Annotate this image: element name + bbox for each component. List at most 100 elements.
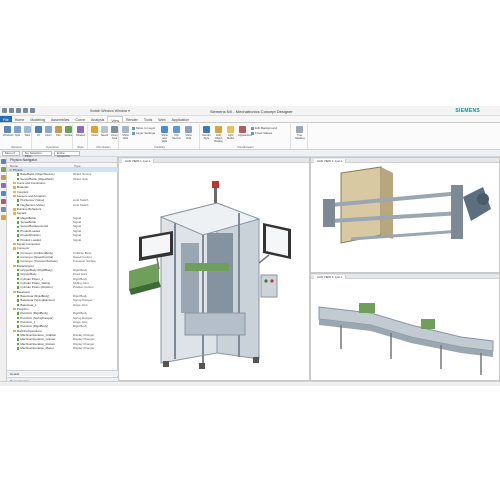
drive-unit bbox=[421, 319, 435, 329]
background-icon bbox=[251, 126, 254, 130]
show-hide-icon bbox=[122, 126, 129, 133]
save-icon[interactable] bbox=[2, 108, 7, 113]
clip-section-button[interactable]: Clip Section bbox=[172, 126, 181, 140]
tab-view[interactable]: View bbox=[107, 116, 124, 123]
physics-navigator: Physics Navigator Name Type Physics BaseB… bbox=[7, 157, 118, 386]
cube-icon bbox=[77, 126, 84, 133]
gripper-model bbox=[323, 166, 491, 244]
physics-navigator-icon[interactable] bbox=[1, 183, 6, 188]
edit-object-display-button[interactable]: Edit Object Display bbox=[214, 126, 223, 143]
navigator-tree: Physics BaseBottle (ObjectSource) Object S… bbox=[7, 168, 118, 368]
servo-motor bbox=[463, 187, 491, 221]
viewport-tab[interactable]: 3-D0 VIEW 2, Lyst 1 bbox=[314, 158, 347, 163]
ribbon-group-style: Shaded Style bbox=[74, 124, 88, 149]
tab-curve[interactable]: Curve bbox=[72, 116, 88, 122]
navigator-row[interactable]: MachineOperation_Placer Display Changer bbox=[7, 346, 118, 350]
beacon-pole bbox=[214, 187, 217, 203]
move-to-layer-item[interactable]: Move to Layer bbox=[132, 126, 155, 130]
machine-foot bbox=[253, 357, 259, 363]
light-studio-button[interactable]: Light Studio bbox=[226, 126, 235, 140]
machine-foot bbox=[163, 361, 169, 367]
part-navigator-icon[interactable] bbox=[1, 175, 6, 180]
tab-analysis[interactable]: Analysis bbox=[88, 116, 107, 122]
sequence-editor-icon[interactable] bbox=[1, 191, 6, 196]
scope-dropdown[interactable]: Entire Assembly bbox=[54, 151, 80, 158]
folder-icon bbox=[13, 308, 16, 311]
fixed-values-item[interactable]: Fixed Values bbox=[251, 131, 272, 135]
main-viewport[interactable]: 3-D0 VIEW 1, Lyst 1 bbox=[118, 157, 310, 381]
tab-render[interactable]: Render bbox=[123, 116, 141, 122]
title-bar: Switch Window Window ▾ Siemens NX - Mech… bbox=[0, 106, 500, 116]
runtime-inspector-icon[interactable] bbox=[1, 199, 6, 204]
viewport-tab[interactable]: 3-D0 VIEW 1, Lyst 1 bbox=[122, 158, 155, 163]
conveyor-model bbox=[318, 303, 494, 375]
saved-icon bbox=[101, 126, 108, 133]
menu-dropdown[interactable]: Menu ▾ bbox=[2, 151, 20, 156]
cut-icon[interactable] bbox=[23, 108, 28, 113]
shaded-button[interactable]: Shaded bbox=[76, 126, 85, 137]
machine-model bbox=[129, 181, 291, 369]
pan-button[interactable]: Pan bbox=[54, 126, 63, 137]
machine-foot bbox=[199, 363, 205, 369]
paint-icon bbox=[215, 126, 222, 133]
saved-views-button[interactable]: Saved bbox=[100, 126, 109, 137]
fit-button[interactable]: Fit bbox=[34, 126, 43, 137]
split-button[interactable]: Split bbox=[13, 126, 22, 137]
tab-file[interactable]: File bbox=[0, 116, 12, 122]
windows-button[interactable]: Windows bbox=[3, 126, 14, 137]
zoom-area-button[interactable]: Zoom Area bbox=[110, 126, 119, 140]
column-name[interactable]: Name bbox=[7, 163, 21, 168]
resource-bar bbox=[0, 157, 7, 386]
show-hide-2-button[interactable]: Show Hide bbox=[184, 126, 193, 140]
tab-application[interactable]: Application bbox=[169, 116, 193, 122]
render-style-button[interactable]: Render Style bbox=[202, 126, 211, 140]
tab-assemblies[interactable]: Assemblies bbox=[48, 116, 72, 122]
window-switcher[interactable]: Switch Window Window ▾ bbox=[90, 109, 130, 113]
undo-icon[interactable] bbox=[9, 108, 14, 113]
zoom-area-icon bbox=[111, 126, 118, 133]
reuse-library-icon[interactable] bbox=[1, 215, 6, 220]
assembly-navigator-icon[interactable] bbox=[1, 159, 6, 164]
copy-icon[interactable] bbox=[30, 108, 35, 113]
tabs-button[interactable]: Tabs bbox=[23, 126, 32, 137]
layer-settings-item[interactable]: Layer Settings bbox=[132, 131, 155, 135]
details-panel-header[interactable]: Details bbox=[7, 370, 118, 376]
detail-viewport-top[interactable]: 3-D0 VIEW 2, Lyst 1 bbox=[310, 157, 500, 273]
beacon-light bbox=[212, 181, 219, 188]
folder-icon bbox=[13, 195, 16, 198]
appearance-button[interactable]: Appearance bbox=[238, 126, 252, 137]
selection-filter-dropdown[interactable]: No Selection Filter bbox=[22, 151, 52, 158]
true-shading-button[interactable]: True Shading bbox=[295, 126, 305, 140]
stop-button-icon bbox=[270, 279, 274, 283]
views-button[interactable]: Views bbox=[90, 126, 99, 137]
conveyor-belt bbox=[318, 306, 494, 352]
siemens-logo: SIEMENS bbox=[455, 108, 480, 114]
rotate-icon bbox=[65, 126, 72, 133]
folder-icon bbox=[13, 264, 16, 267]
layer-icon bbox=[132, 126, 135, 130]
tab-home[interactable]: Home bbox=[12, 116, 28, 122]
show-and-hide-button[interactable]: Show and Hide bbox=[160, 126, 169, 143]
detail-viewport-bottom[interactable]: 3-D0 VIEW 3, Lyst 1 bbox=[310, 273, 500, 381]
row-name: MachineOperation_Placer bbox=[17, 346, 54, 350]
viewport-tab[interactable]: 3-D0 VIEW 3, Lyst 1 bbox=[314, 274, 347, 279]
show-hide-button[interactable]: Show Hide bbox=[121, 126, 130, 140]
folder-icon bbox=[13, 190, 16, 194]
constraint-navigator-icon[interactable] bbox=[1, 167, 6, 172]
tabs-icon bbox=[24, 126, 31, 133]
tab-web[interactable]: Web bbox=[155, 116, 168, 122]
rotate-button[interactable]: Rotate bbox=[64, 126, 73, 137]
edit-background-item[interactable]: Edit Background bbox=[251, 126, 277, 130]
column-type[interactable]: Type bbox=[71, 163, 84, 168]
tab-modeling[interactable]: Modeling bbox=[27, 116, 48, 122]
ribbon-group-visibility: Show Hide Move to Layer Layer Settings S… bbox=[120, 124, 200, 149]
pan-icon bbox=[55, 126, 62, 133]
zoom-icon bbox=[45, 126, 52, 133]
eye-icon bbox=[161, 126, 168, 133]
redo-icon[interactable] bbox=[16, 108, 21, 113]
tab-tools[interactable]: Tools bbox=[141, 116, 155, 122]
folder-icon bbox=[13, 208, 16, 211]
zoom-button[interactable]: Zoom bbox=[44, 126, 53, 137]
history-icon[interactable] bbox=[1, 207, 6, 212]
start-button-icon bbox=[264, 279, 268, 283]
